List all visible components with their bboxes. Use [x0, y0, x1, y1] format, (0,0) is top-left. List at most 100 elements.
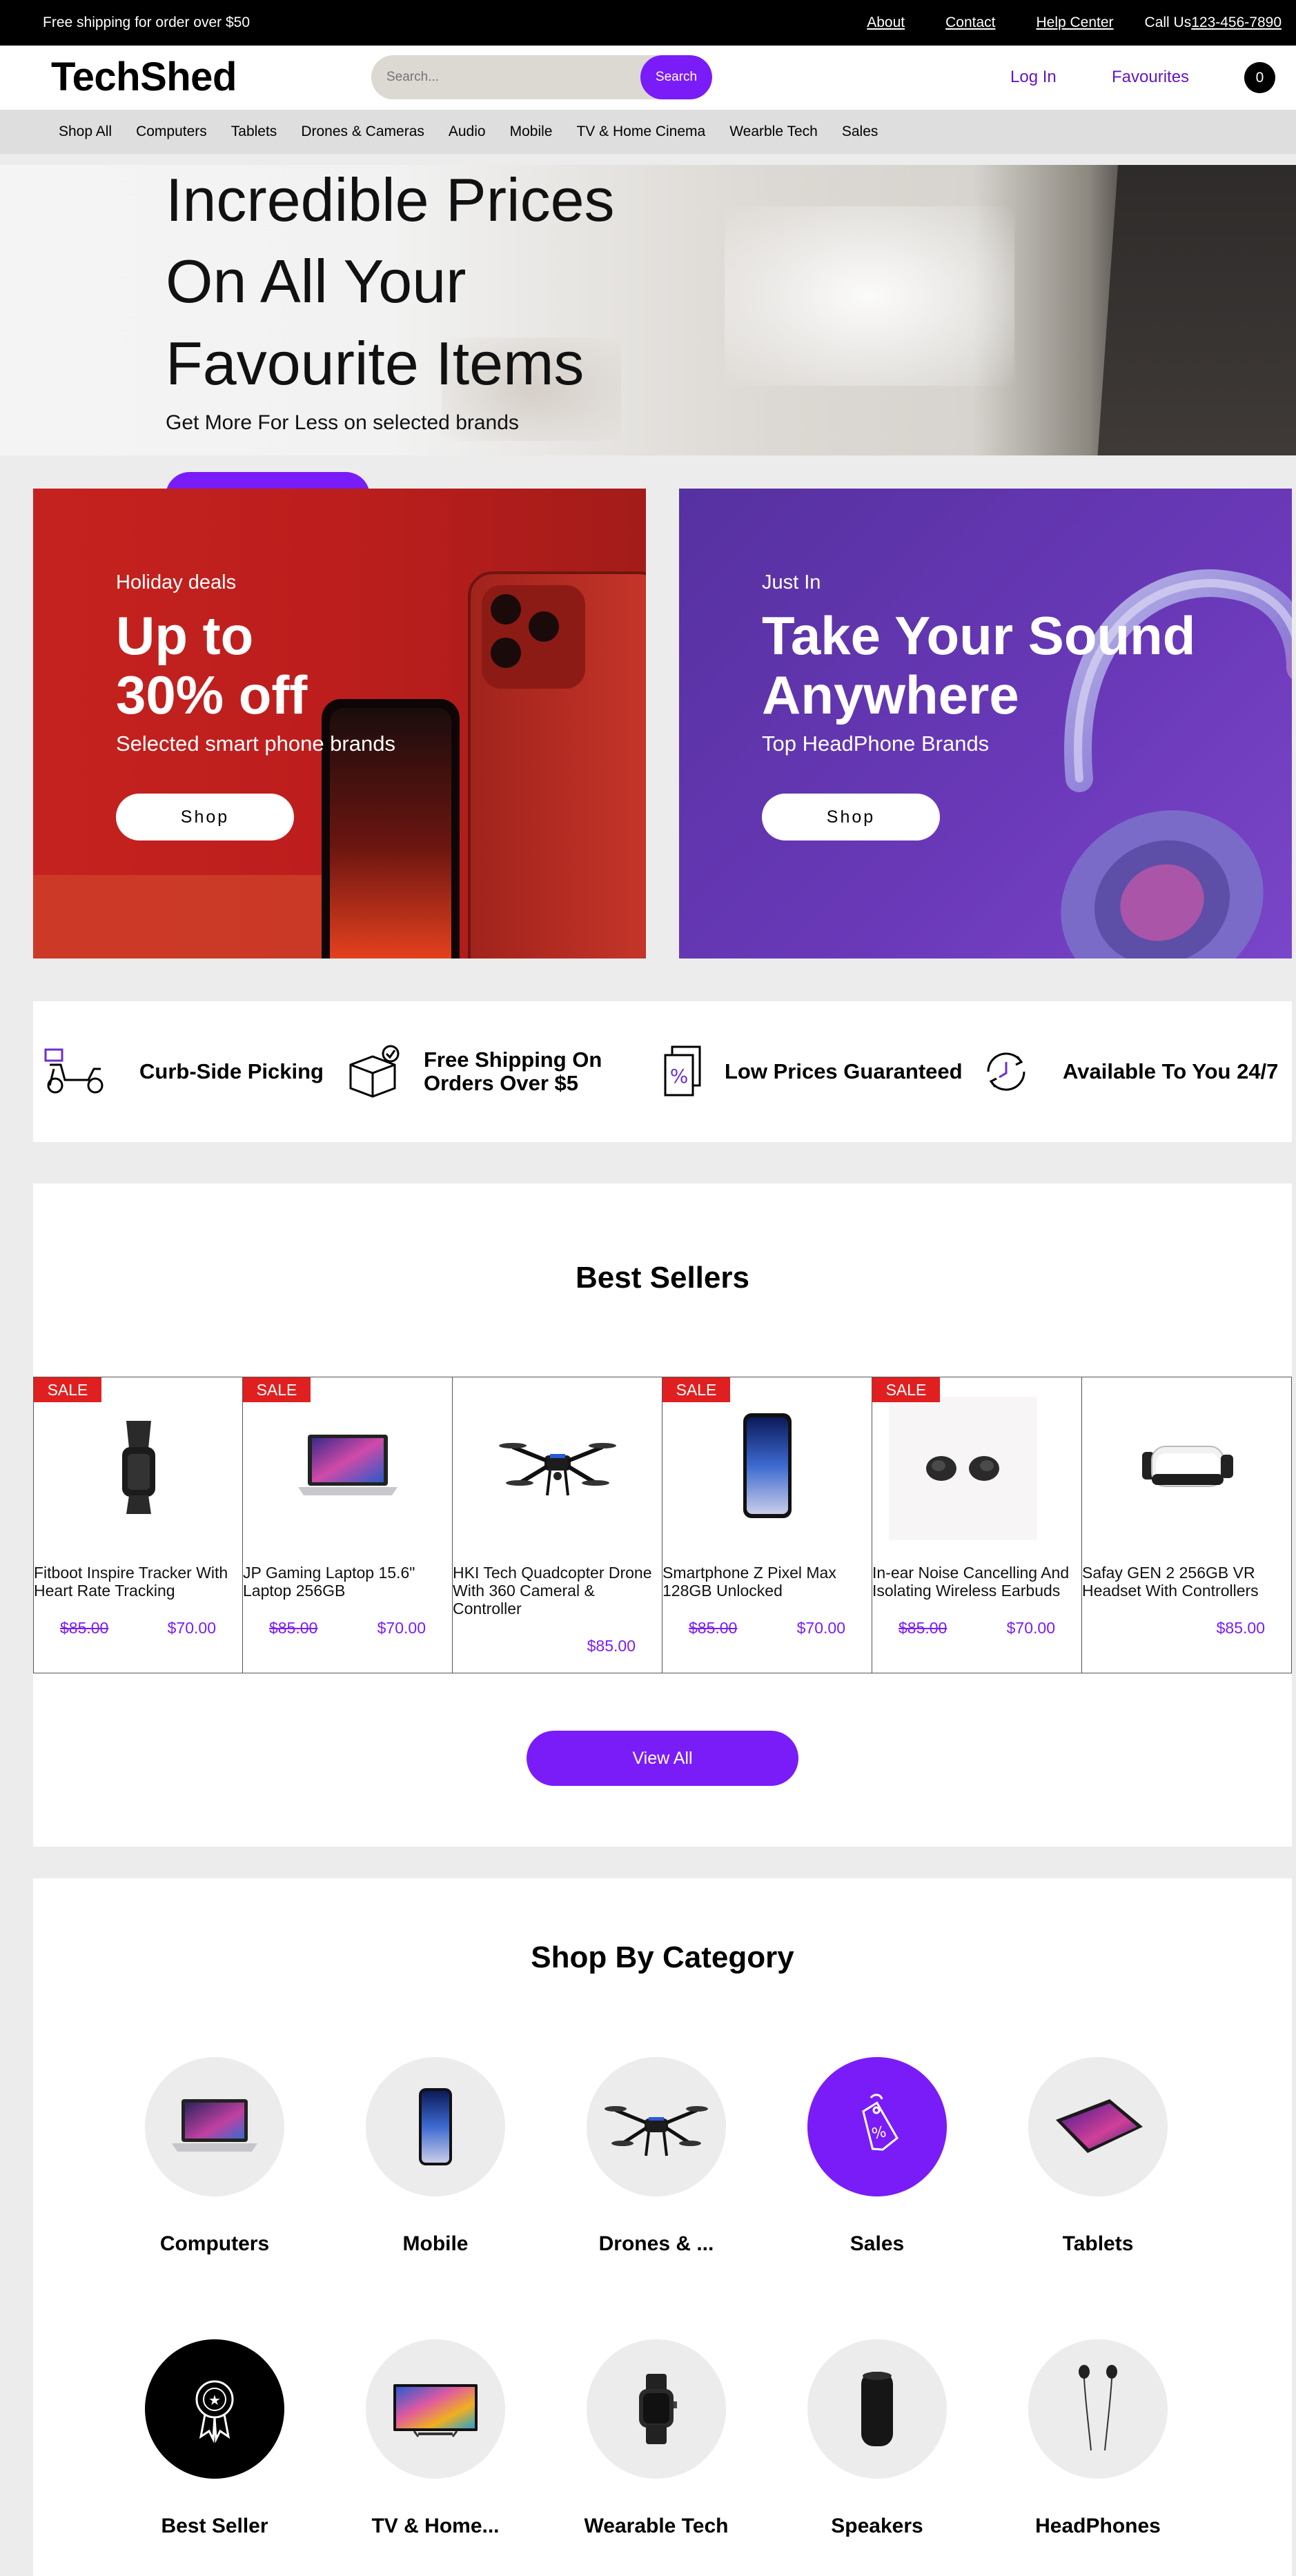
promo-card-headphones[interactable]: Just In Take Your Sound Anywhere Top Head…	[679, 489, 1292, 958]
feature-label: Available To You 24/7	[1063, 1059, 1279, 1083]
category-speakers[interactable]: Speakers	[787, 2339, 966, 2537]
nav-item-tablets[interactable]: Tablets	[231, 124, 277, 140]
login-link[interactable]: Log In	[1010, 68, 1057, 87]
hero-subtitle: Get More For Less on selected brands	[166, 411, 519, 434]
product-card[interactable]: Safay GEN 2 256GB VR Headset With Contro…	[1082, 1377, 1292, 1673]
category-headphones[interactable]: HeadPhones	[1008, 2339, 1187, 2537]
category-circle: %	[807, 2057, 947, 2196]
scooter-icon	[40, 1044, 109, 1099]
category-computers[interactable]: Computers	[124, 2057, 304, 2255]
tablet-icon	[1056, 2099, 1143, 2153]
tv-icon	[393, 2384, 478, 2437]
fitness-tracker-image	[77, 1397, 201, 1535]
category-tablets[interactable]: Tablets	[1008, 2057, 1187, 2255]
product-old-price: $85.00	[60, 1619, 109, 1637]
nav-item-shop-all[interactable]: Shop All	[59, 124, 112, 140]
product-card[interactable]: SALE Smartphone Z Pixel Max 128GB Unlock…	[662, 1377, 872, 1673]
call-label: Call Us	[1144, 14, 1192, 30]
category-label: Speakers	[831, 2515, 923, 2537]
phone-link[interactable]: 123-456-7890	[1191, 14, 1282, 30]
nav-item-wearable-tech[interactable]: Wearble Tech	[729, 124, 818, 140]
category-drones[interactable]: Drones & ...	[566, 2057, 745, 2255]
nav-item-audio[interactable]: Audio	[449, 124, 486, 140]
category-best-seller[interactable]: ★ Best Seller	[124, 2339, 304, 2537]
category-circle	[1028, 2339, 1168, 2479]
promo-description: Top HeadPhone Brands	[762, 731, 990, 756]
nav-item-tv-home-cinema[interactable]: TV & Home Cinema	[576, 124, 705, 140]
sale-badge: SALE	[34, 1377, 101, 1402]
hero-banner: Incredible Prices On All Your Favourite …	[0, 165, 1296, 455]
category-tv-home-cinema[interactable]: TV & Home...	[345, 2339, 524, 2537]
nav-item-sales[interactable]: Sales	[842, 124, 878, 140]
cart-badge[interactable]: 0	[1244, 62, 1275, 93]
about-link[interactable]: About	[867, 14, 905, 31]
promo-title: Take Your Sound Anywhere	[762, 606, 1195, 725]
product-name[interactable]: Fitboot Inspire Tracker With Heart Rate …	[34, 1564, 241, 1600]
category-circle	[587, 2339, 726, 2479]
hero-background-object	[1097, 165, 1296, 455]
category-circle	[587, 2057, 726, 2196]
promo-shop-button[interactable]: Shop	[116, 794, 294, 840]
favourites-link[interactable]: Favourites	[1112, 68, 1189, 87]
product-price: $70.00	[796, 1619, 845, 1637]
drone-icon	[605, 2106, 708, 2156]
feature-label: Low Prices Guaranteed	[725, 1059, 963, 1083]
category-label: Wearable Tech	[584, 2515, 729, 2537]
category-label: TV & Home...	[371, 2515, 500, 2537]
nav-item-drones-cameras[interactable]: Drones & Cameras	[301, 124, 424, 140]
hero-headline-line2: On All Your	[166, 247, 467, 315]
hero-background-blur	[725, 206, 1014, 386]
search-input[interactable]	[386, 55, 635, 99]
product-name[interactable]: Smartphone Z Pixel Max 128GB Unlocked	[662, 1564, 870, 1600]
top-links: About Contact Help Center Call Us123-456…	[826, 14, 1282, 31]
announcement-bar: Free shipping for order over $50 About C…	[0, 0, 1296, 46]
promo-title-line1: Up to	[116, 605, 254, 666]
features-strip: Curb-Side Picking Free Shipping On Order…	[33, 1001, 1292, 1142]
help-center-link[interactable]: Help Center	[1036, 14, 1113, 31]
product-name[interactable]: Safay GEN 2 256GB VR Headset With Contro…	[1082, 1564, 1289, 1600]
product-old-price: $85.00	[269, 1619, 318, 1637]
call-us: Call Us123-456-7890	[1145, 14, 1282, 31]
feature-low-prices: % Low Prices Guaranteed	[661, 1001, 963, 1142]
product-old-price: $85.00	[899, 1619, 948, 1637]
sale-badge: SALE	[872, 1377, 940, 1402]
category-circle	[366, 2057, 505, 2196]
product-name[interactable]: HKI Tech Quadcopter Drone With 360 Camer…	[453, 1564, 660, 1618]
promo-title-line1: Take Your Sound	[762, 605, 1196, 666]
site-header: TechShed Search Log In Favourites 0	[0, 46, 1296, 110]
category-circle	[807, 2339, 947, 2479]
category-wearable-tech[interactable]: Wearable Tech	[566, 2339, 745, 2537]
category-nav: Shop All Computers Tablets Drones & Came…	[0, 110, 1296, 154]
promo-kicker: Just In	[762, 571, 821, 593]
svg-text:★: ★	[208, 2392, 221, 2408]
promo-shop-button[interactable]: Shop	[762, 794, 940, 840]
nav-item-mobile[interactable]: Mobile	[510, 124, 553, 140]
phone-icon	[419, 2088, 452, 2165]
product-name[interactable]: JP Gaming Laptop 15.6" Laptop 256GB	[243, 1564, 450, 1600]
nav-item-computers[interactable]: Computers	[136, 124, 207, 140]
product-card[interactable]: HKI Tech Quadcopter Drone With 360 Camer…	[453, 1377, 662, 1673]
category-mobile[interactable]: Mobile	[345, 2057, 524, 2255]
svg-text:%: %	[670, 1065, 689, 1088]
product-name[interactable]: In-ear Noise Cancelling And Isolating Wi…	[872, 1564, 1079, 1600]
promo-card-holiday[interactable]: Holiday deals Up to 30% off Selected smar…	[33, 489, 646, 958]
search-bar: Search	[371, 55, 712, 99]
site-logo[interactable]: TechShed	[51, 54, 237, 100]
section-title: Best Sellers	[576, 1261, 749, 1295]
product-card[interactable]: SALE Fitboot Inspire Tracker With Heart …	[33, 1377, 243, 1673]
view-all-button[interactable]: View All	[527, 1731, 798, 1786]
drone-image	[495, 1397, 620, 1535]
feature-24-7: Available To You 24/7	[979, 1001, 1278, 1142]
promo-title-line2: 30% off	[116, 665, 308, 725]
product-card[interactable]: SALE In-ear Noise Cancelling And Isolati…	[872, 1377, 1082, 1673]
product-card[interactable]: SALE JP Gaming Laptop 15.6" Laptop 256GB…	[243, 1377, 453, 1673]
section-title: Shop By Category	[531, 1940, 794, 1974]
contact-link[interactable]: Contact	[945, 14, 995, 31]
feature-label: Free Shipping On Orders Over $5	[424, 1048, 602, 1095]
category-sales[interactable]: % Sales	[787, 2057, 966, 2255]
product-old-price: $85.00	[689, 1619, 738, 1637]
search-button[interactable]: Search	[640, 55, 712, 99]
product-price: $85.00	[587, 1637, 636, 1655]
product-price: $70.00	[1006, 1619, 1055, 1637]
category-label: Mobile	[402, 2232, 469, 2255]
